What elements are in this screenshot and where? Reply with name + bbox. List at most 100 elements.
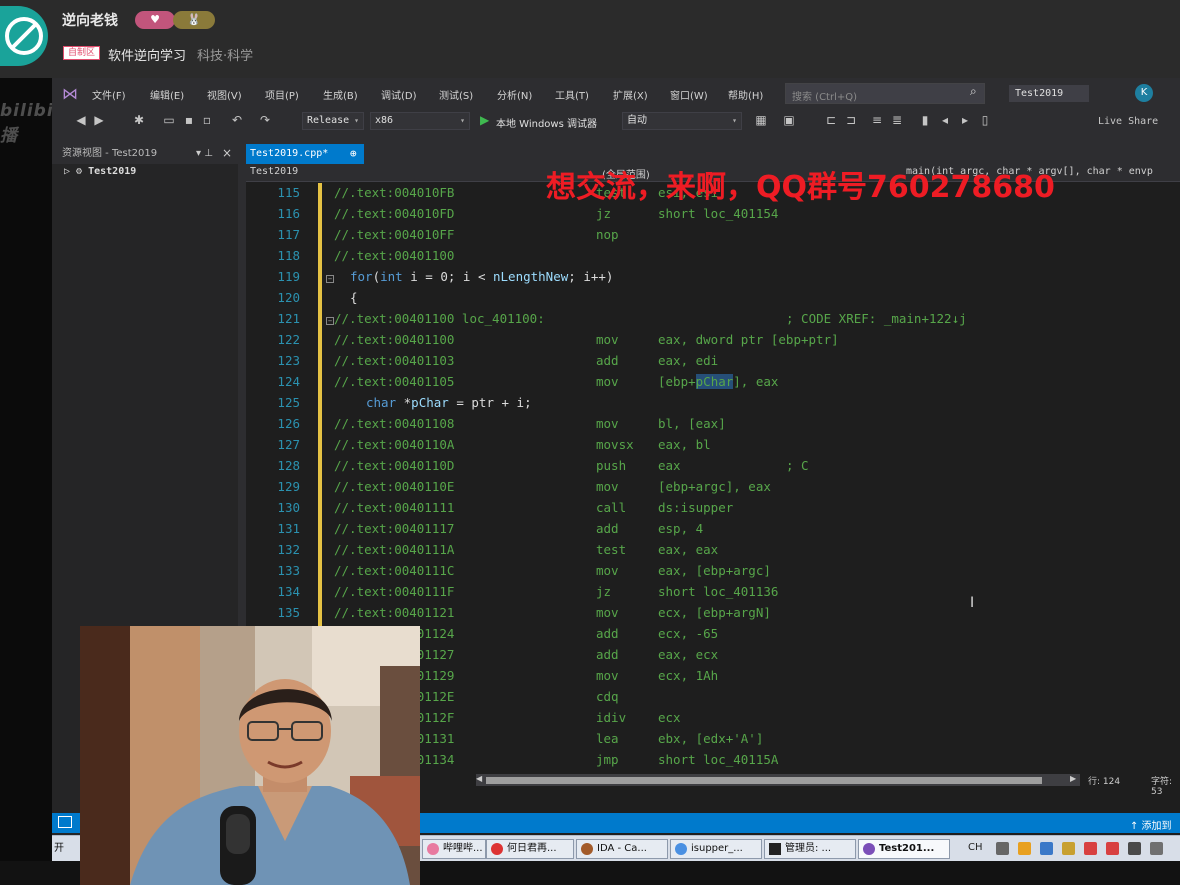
search-icon[interactable]: ⌕ — [970, 84, 977, 99]
menu-analyze[interactable]: 分析(N) — [497, 87, 532, 102]
add-to-source-control[interactable]: ↑ 添加到 — [1130, 817, 1172, 832]
code-line[interactable]: 133 //.text:0040111C mov eax, [ebp+argc] — [246, 563, 1180, 584]
taskbar-item[interactable]: 哔哩哔... — [422, 839, 486, 859]
tray-icon[interactable] — [1018, 842, 1031, 855]
menu-window[interactable]: 窗口(W) — [670, 87, 708, 102]
pin-icon[interactable]: ▾ ⊥ — [196, 148, 213, 159]
code-line[interactable]: 130 //.text:00401111 call ds:isupper — [246, 500, 1180, 521]
code-line[interactable]: 121 //.text:00401100 loc_401100: ; CODE XR… — [246, 311, 1180, 332]
input-language[interactable]: CH — [968, 842, 983, 853]
code-line[interactable]: 117 //.text:004010FF nop — [246, 227, 1180, 248]
menu-debug[interactable]: 调试(D) — [381, 87, 417, 102]
back-icon[interactable]: ◀ — [74, 113, 88, 127]
asm-mnemonic: call — [596, 500, 627, 515]
menu-view[interactable]: 视图(V) — [207, 87, 242, 102]
streamer-avatar[interactable] — [0, 6, 48, 66]
stream-subcategory[interactable]: 科技·科学 — [197, 45, 253, 64]
bookmark-icon[interactable]: ▮ — [918, 113, 932, 127]
taskbar-item[interactable]: 管理员: ... — [764, 839, 856, 859]
save-icon[interactable]: ▪ — [182, 113, 196, 127]
document-tab-strip: Test2019.cpp* ⊕ × — [246, 144, 1180, 180]
uncomment-icon[interactable]: ≣ — [890, 113, 904, 127]
menu-build[interactable]: 生成(B) — [323, 87, 358, 102]
code-line[interactable]: 134 //.text:0040111F jz short loc_401136 — [246, 584, 1180, 605]
toolbar-icon[interactable]: ⊏ — [824, 113, 838, 127]
comment-icon[interactable]: ≡ — [870, 113, 884, 127]
forward-icon[interactable]: ▶ — [92, 113, 106, 127]
save-all-icon[interactable]: ▫ — [200, 113, 214, 127]
toolbar-icon[interactable]: ▦ — [754, 113, 768, 127]
taskbar-item[interactable]: IDA - Ca... — [576, 839, 668, 859]
taskbar-item[interactable]: 何日君再... — [486, 839, 574, 859]
menu-file[interactable]: 文件(F) — [92, 87, 126, 102]
menu-test[interactable]: 测试(S) — [439, 87, 473, 102]
code-line[interactable]: 119 for(int i = 0; i < nLengthNew; i++) − — [246, 269, 1180, 290]
tray-icon[interactable] — [1084, 842, 1097, 855]
tree-root-label: Test2019 — [88, 166, 137, 177]
code-line[interactable]: 128 //.text:0040110D push eax ; C — [246, 458, 1180, 479]
tray-icon[interactable] — [1128, 842, 1141, 855]
code-line[interactable]: 124 //.text:00401105 mov [ebp+pChar], eax — [246, 374, 1180, 395]
tray-icon[interactable] — [1040, 842, 1053, 855]
platform-select[interactable]: x86 ▾ — [370, 112, 470, 130]
toolbar-icon[interactable]: ⊐ — [844, 113, 858, 127]
tray-icon[interactable] — [996, 842, 1009, 855]
menu-edit[interactable]: 编辑(E) — [150, 87, 184, 102]
code-line[interactable]: 118 //.text:00401100 — [246, 248, 1180, 269]
streamer-name[interactable]: 逆向老钱 — [62, 10, 118, 30]
redo-icon[interactable]: ↷ — [258, 113, 272, 127]
code-line[interactable]: 116 //.text:004010FD jz short loc_401154 — [246, 206, 1180, 227]
debug-mode-select[interactable]: 自动 ▾ — [622, 112, 742, 130]
code-line[interactable]: 120 { — [246, 290, 1180, 311]
bookmark-prev-icon[interactable]: ◂ — [938, 113, 952, 127]
stream-category[interactable]: 软件逆向学习 — [108, 45, 186, 64]
nav-project-dropdown[interactable]: Test2019 — [250, 166, 298, 177]
code-line[interactable]: 125 char *pChar = ptr + i; — [246, 395, 1180, 416]
bookmark-next-icon[interactable]: ▸ — [958, 113, 972, 127]
quick-launch-search[interactable]: 搜索 (Ctrl+Q) — [785, 83, 985, 104]
fold-toggle-icon[interactable]: − — [326, 275, 334, 283]
scrollbar-thumb[interactable] — [486, 777, 1042, 784]
search-icon[interactable] — [1062, 842, 1075, 855]
new-project-icon[interactable]: ✱ — [132, 113, 146, 127]
code-line[interactable]: 129 //.text:0040110E mov [ebp+argc], eax — [246, 479, 1180, 500]
account-avatar[interactable]: K — [1135, 84, 1153, 102]
code-line[interactable]: 131 //.text:00401117 add esp, 4 — [246, 521, 1180, 542]
line-number: 130 — [277, 500, 300, 515]
status-window-icon[interactable] — [58, 816, 72, 828]
menu-project[interactable]: 项目(P) — [265, 87, 299, 102]
code-line[interactable]: 135 //.text:00401121 mov ecx, [ebp+argN] — [246, 605, 1180, 626]
start-debugging-button[interactable]: 本地 Windows 调试器 — [496, 115, 597, 130]
document-tab[interactable]: Test2019.cpp* ⊕ × — [246, 144, 364, 180]
fold-toggle-icon[interactable]: − — [326, 317, 334, 325]
taskbar-item-label: Test201... — [879, 843, 935, 854]
code-line[interactable]: 132 //.text:0040111A test eax, eax — [246, 542, 1180, 563]
menu-tools[interactable]: 工具(T) — [555, 87, 589, 102]
tray-icon[interactable] — [1106, 842, 1119, 855]
start-debugging-icon[interactable]: ▶ — [480, 113, 489, 127]
asm-address-comment: //.text:0040111F — [334, 584, 455, 599]
code-line[interactable]: 127 //.text:0040110A movsx eax, bl — [246, 437, 1180, 458]
configuration-select[interactable]: Release ▾ — [302, 112, 364, 130]
toolbar-icon[interactable]: ▣ — [782, 113, 796, 127]
resource-tree-root[interactable]: ▷ ⚙ Test2019 — [64, 166, 136, 177]
close-icon[interactable]: × — [222, 146, 232, 160]
horizontal-scrollbar[interactable]: ◀ ▶ — [476, 774, 1080, 786]
tray-icon[interactable] — [1150, 842, 1163, 855]
bookmark-clear-icon[interactable]: ▯ — [978, 113, 992, 127]
live-share-button[interactable]: Live Share — [1098, 116, 1158, 127]
start-button[interactable]: 开 — [54, 839, 64, 854]
undo-icon[interactable]: ↶ — [230, 113, 244, 127]
open-file-icon[interactable]: ▭ — [162, 113, 176, 127]
menu-help[interactable]: 帮助(H) — [728, 87, 763, 102]
code-line[interactable]: 123 //.text:00401103 add eax, edi — [246, 353, 1180, 374]
scroll-left-icon[interactable]: ◀ — [476, 774, 482, 783]
code-line[interactable]: 126 //.text:00401108 mov bl, [eax] — [246, 416, 1180, 437]
asm-mnemonic: idiv — [596, 710, 627, 725]
taskbar-item[interactable]: isupper_... — [670, 839, 762, 859]
scroll-right-icon[interactable]: ▶ — [1070, 774, 1076, 783]
menu-extensions[interactable]: 扩展(X) — [613, 87, 648, 102]
selected-symbol[interactable]: pChar — [695, 374, 734, 389]
taskbar-item-active[interactable]: Test201... — [858, 839, 950, 859]
code-line[interactable]: 122 //.text:00401100 mov eax, dword ptr [eb… — [246, 332, 1180, 353]
